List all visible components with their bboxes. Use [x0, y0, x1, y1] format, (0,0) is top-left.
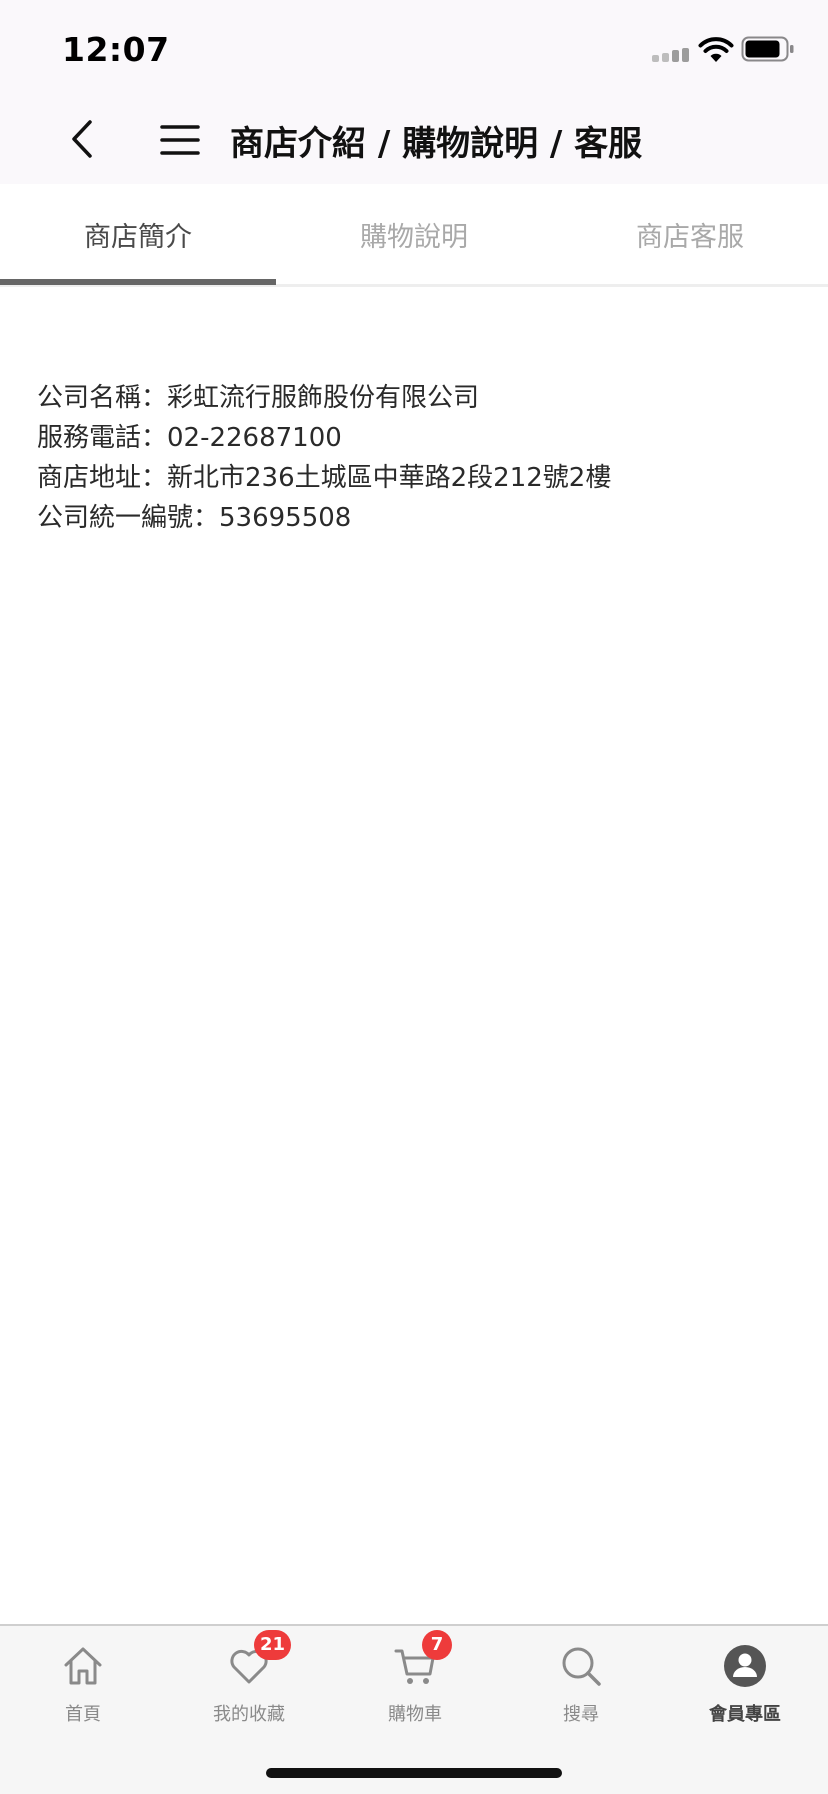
store-info: 公司名稱：彩虹流行服飾股份有限公司 服務電話：02-22687100 商店地址：… [37, 378, 797, 538]
wifi-icon [698, 37, 734, 62]
nav-favorites[interactable]: 21 我的收藏 [166, 1626, 332, 1736]
cellular-signal-icon [652, 44, 692, 62]
home-indicator [266, 1768, 562, 1778]
nav-label-home: 首頁 [65, 1704, 101, 1725]
tab-store-intro[interactable]: 商店簡介 [0, 184, 276, 284]
member-icon [724, 1645, 766, 1687]
company-tax-id: 公司統一編號：53695508 [37, 503, 352, 533]
home-icon [64, 1647, 102, 1685]
bottom-nav: 首頁 21 我的收藏 7 購物車 搜尋 會員專區 [0, 1624, 828, 1794]
tab-bar: 商店簡介 購物說明 商店客服 [0, 184, 828, 287]
nav-label-member: 會員專區 [709, 1704, 781, 1725]
search-icon [562, 1647, 601, 1686]
store-address: 商店地址：新北市236土城區中華路2段212號2樓 [37, 463, 612, 493]
active-tab-indicator [0, 279, 276, 285]
cart-badge: 7 [422, 1630, 452, 1660]
nav-label-search: 搜尋 [563, 1704, 599, 1725]
page-title: 商店介紹 / 購物說明 / 客服 [230, 124, 643, 164]
nav-member[interactable]: 會員專區 [662, 1626, 828, 1736]
chevron-left-icon [72, 120, 92, 158]
hamburger-menu-icon [160, 125, 200, 155]
nav-search[interactable]: 搜尋 [498, 1626, 664, 1736]
tab-shopping-guide[interactable]: 購物說明 [276, 184, 552, 284]
service-phone: 服務電話：02-22687100 [37, 423, 342, 453]
nav-home[interactable]: 首頁 [0, 1626, 166, 1736]
status-time: 12:07 [62, 30, 170, 69]
favorites-badge: 21 [254, 1630, 292, 1660]
status-bar: 12:07 [0, 0, 828, 96]
nav-label-favorites: 我的收藏 [213, 1704, 285, 1725]
app-header: 商店介紹 / 購物說明 / 客服 [0, 96, 828, 184]
company-name: 公司名稱：彩虹流行服飾股份有限公司 [37, 383, 480, 413]
nav-label-cart: 購物車 [388, 1704, 442, 1725]
menu-button[interactable] [158, 118, 202, 162]
back-button[interactable] [62, 114, 106, 164]
nav-cart[interactable]: 7 購物車 [332, 1626, 498, 1736]
battery-icon [741, 36, 794, 62]
tab-customer-service[interactable]: 商店客服 [552, 184, 828, 284]
